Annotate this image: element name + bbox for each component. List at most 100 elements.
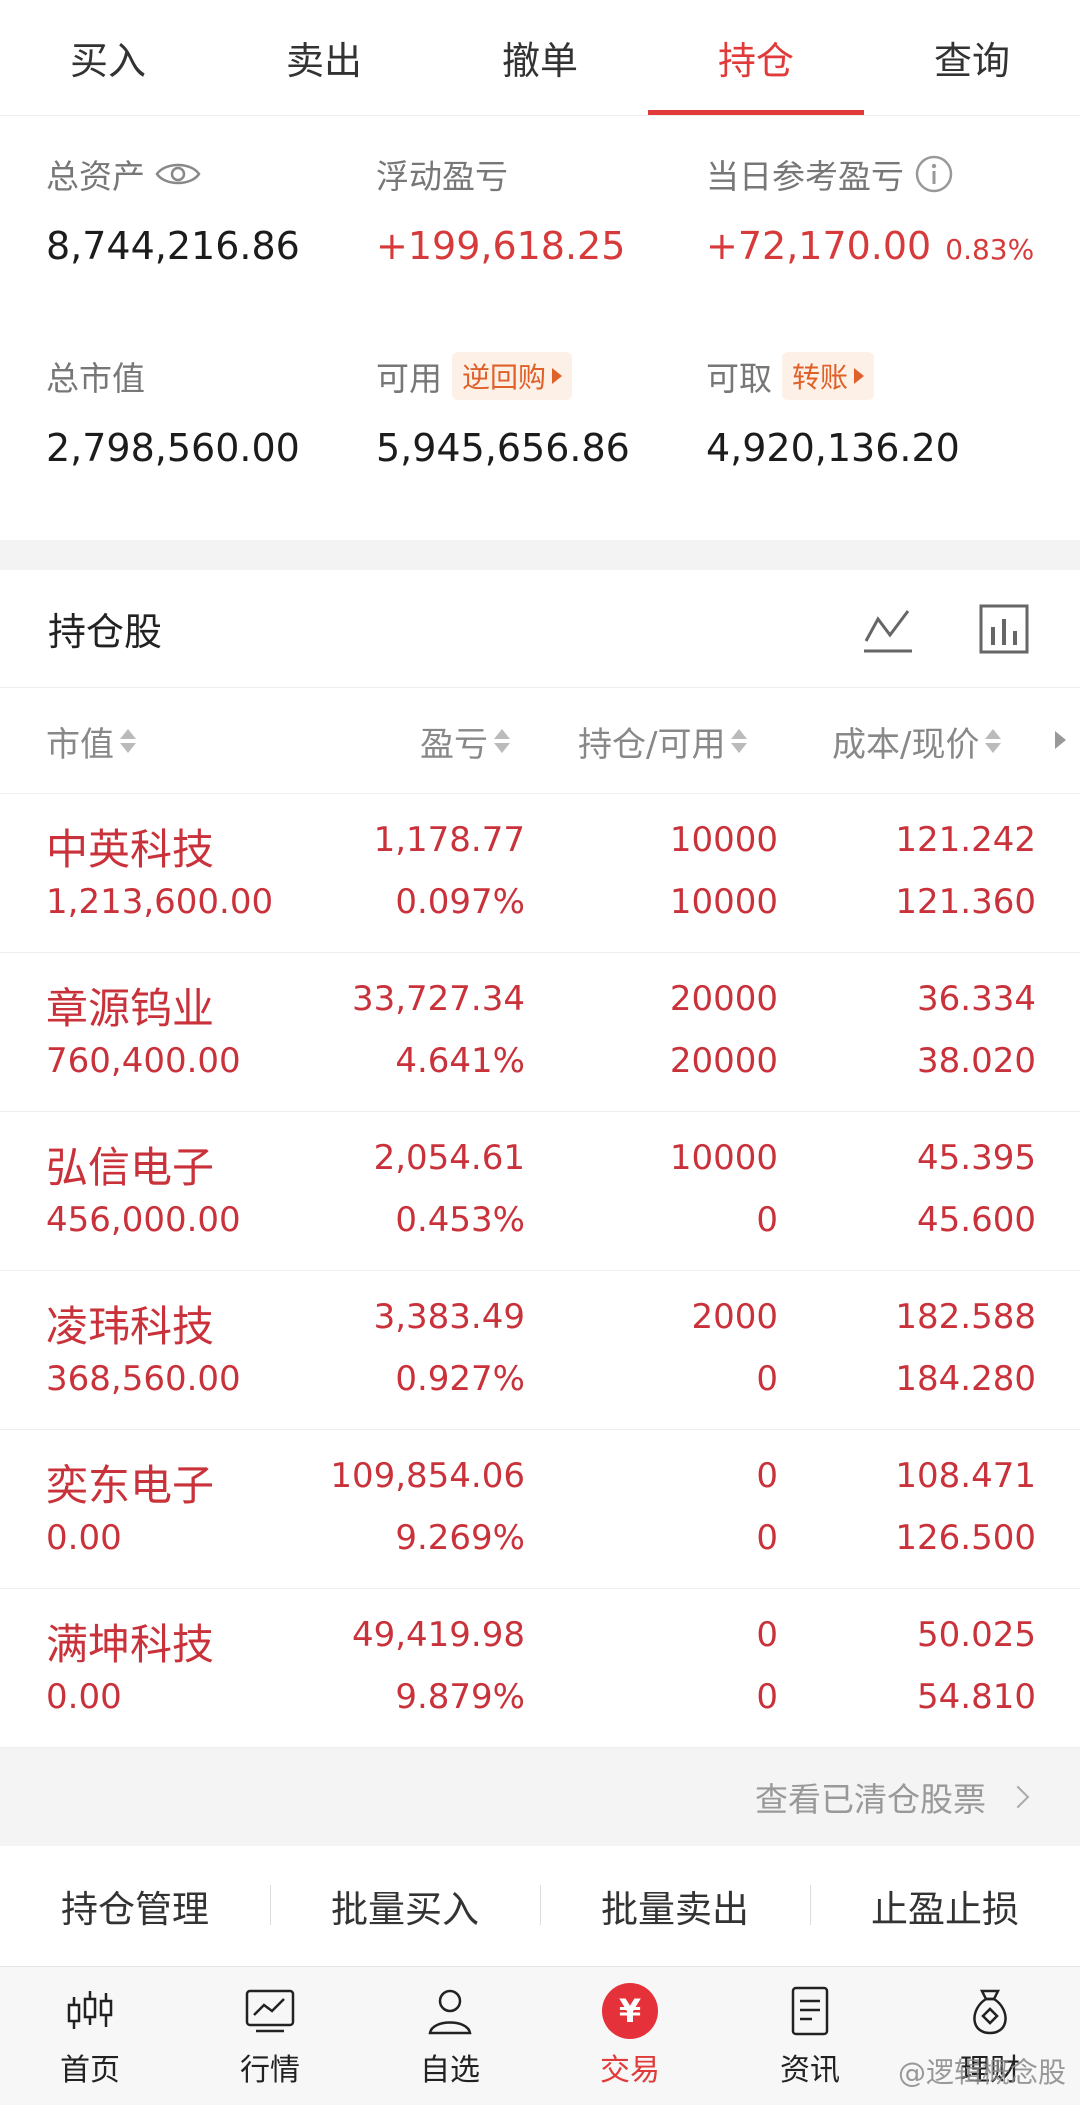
info-icon[interactable] <box>914 154 954 194</box>
column-market-value: 市值 <box>46 724 114 765</box>
market-value: 760,400.00 <box>46 1041 241 1081</box>
profit-loss: 2,054.61 <box>373 1138 525 1178</box>
position-quantity: 0 <box>756 1456 778 1496</box>
profit-loss-percent: 0.453% <box>395 1200 525 1240</box>
take-profit-stop-loss-button[interactable]: 止盈止损 <box>810 1879 1080 1933</box>
available-quantity: 20000 <box>669 1041 778 1081</box>
table-row[interactable]: 章源钨业 760,400.00 33,727.34 4.641% 20000 2… <box>0 953 1080 1112</box>
profit-loss-percent: 9.879% <box>395 1677 525 1717</box>
current-price: 45.600 <box>917 1200 1036 1240</box>
market-value: 0.00 <box>46 1677 122 1717</box>
nav-market-label: 行情 <box>240 2053 300 2088</box>
nav-trade[interactable]: ¥ 交易 <box>540 1967 720 2105</box>
current-price: 121.360 <box>895 882 1036 922</box>
chart-icon <box>245 1989 295 2033</box>
yuan-icon: ¥ <box>602 1983 658 2039</box>
cost-price: 108.471 <box>895 1456 1036 1496</box>
cost-price: 182.588 <box>895 1297 1036 1337</box>
nav-trade-label: 交易 <box>600 2053 660 2088</box>
position-quantity: 20000 <box>669 979 778 1019</box>
table-row[interactable]: 满坤科技 0.00 49,419.98 9.879% 0 0 50.025 54… <box>0 1589 1080 1748</box>
profit-loss-percent: 0.927% <box>395 1359 525 1399</box>
tab-holdings[interactable]: 持仓 <box>648 0 864 115</box>
holdings-title: 持仓股 <box>48 610 163 654</box>
tab-sell[interactable]: 卖出 <box>216 0 432 115</box>
nav-home-label: 首页 <box>60 2053 120 2088</box>
holdings-header: 持仓股 <box>0 570 1080 688</box>
holdings-action-bar: 持仓管理 批量买入 批量卖出 止盈止损 <box>0 1846 1080 1966</box>
section-divider <box>0 540 1080 570</box>
total-assets: 总资产 8,744,216.86 <box>46 152 300 268</box>
floating-pl-value: +199,618.25 <box>376 224 626 268</box>
nav-watchlist[interactable]: 自选 <box>360 1967 540 2105</box>
profit-loss: 109,854.06 <box>330 1456 525 1496</box>
available-label: 可用 <box>376 359 442 398</box>
triangle-right-icon <box>854 368 865 384</box>
eye-icon[interactable] <box>155 159 201 189</box>
day-pl-percent: 0.83% <box>945 233 1035 266</box>
tab-cancel-order[interactable]: 撤单 <box>432 0 648 115</box>
available-quantity: 0 <box>756 1677 778 1717</box>
stock-name: 奕东电子 <box>46 1461 215 1510</box>
nav-news[interactable]: 资讯 <box>720 1967 900 2105</box>
document-icon <box>791 1986 829 2036</box>
cost-price: 36.334 <box>917 979 1036 1019</box>
view-cleared-stocks-link[interactable]: 查看已清仓股票 <box>0 1748 1080 1846</box>
profit-loss: 33,727.34 <box>351 979 525 1019</box>
tab-query[interactable]: 查询 <box>864 0 1080 115</box>
current-price: 54.810 <box>917 1677 1036 1717</box>
market-value: 1,213,600.00 <box>46 882 274 922</box>
position-management-button[interactable]: 持仓管理 <box>0 1879 270 1933</box>
position-quantity: 2000 <box>691 1297 778 1337</box>
current-price: 38.020 <box>917 1041 1036 1081</box>
sort-profit-loss[interactable]: 盈亏 <box>420 688 510 794</box>
current-price: 184.280 <box>895 1359 1036 1399</box>
available-quantity: 0 <box>756 1518 778 1558</box>
nav-home[interactable]: 首页 <box>0 1967 180 2105</box>
position-quantity: 0 <box>756 1615 778 1655</box>
cleared-link-label: 查看已清仓股票 <box>755 1780 986 1819</box>
person-icon <box>428 1989 472 2035</box>
market-value-label: 总市值 <box>46 359 145 398</box>
nav-market[interactable]: 行情 <box>180 1967 360 2105</box>
column-profit-loss: 盈亏 <box>420 724 488 765</box>
stock-name: 弘信电子 <box>46 1143 215 1192</box>
reverse-repo-label: 逆回购 <box>462 361 547 394</box>
available-value: 5,945,656.86 <box>376 426 630 470</box>
bar-chart-icon[interactable] <box>976 601 1032 657</box>
sort-position[interactable]: 持仓/可用 <box>578 688 748 794</box>
position-quantity: 10000 <box>669 820 778 860</box>
sort-cost-price[interactable]: 成本/现价 <box>832 688 1002 794</box>
withdrawable-value: 4,920,136.20 <box>706 426 960 470</box>
table-row[interactable]: 弘信电子 456,000.00 2,054.61 0.453% 10000 0 … <box>0 1112 1080 1271</box>
profit-loss-percent: 9.269% <box>395 1518 525 1558</box>
batch-sell-button[interactable]: 批量卖出 <box>540 1879 810 1933</box>
sort-market-value[interactable]: 市值 <box>46 688 136 794</box>
chevron-right-icon <box>1006 1785 1030 1809</box>
line-chart-icon[interactable] <box>860 601 916 657</box>
day-pl-value: +72,170.00 <box>706 224 932 268</box>
transfer-button[interactable]: 转账 <box>782 352 875 400</box>
profit-loss-percent: 0.097% <box>395 882 525 922</box>
scroll-right-icon[interactable] <box>1055 731 1066 749</box>
table-row[interactable]: 奕东电子 0.00 109,854.06 9.269% 0 0 108.471 … <box>0 1430 1080 1589</box>
sort-icon <box>985 727 1002 755</box>
position-quantity: 10000 <box>669 1138 778 1178</box>
column-position: 持仓/可用 <box>578 724 726 765</box>
batch-buy-button[interactable]: 批量买入 <box>270 1879 540 1933</box>
available-quantity: 0 <box>756 1200 778 1240</box>
table-row[interactable]: 中英科技 1,213,600.00 1,178.77 0.097% 10000 … <box>0 794 1080 953</box>
profit-loss: 3,383.49 <box>373 1297 525 1337</box>
nav-news-label: 资讯 <box>780 2053 840 2088</box>
available-funds: 可用 逆回购 5,945,656.86 <box>376 352 630 470</box>
profit-loss: 1,178.77 <box>373 820 525 860</box>
reverse-repo-button[interactable]: 逆回购 <box>452 352 573 400</box>
sort-icon <box>731 727 748 755</box>
stock-name: 满坤科技 <box>46 1620 215 1669</box>
day-pl-label: 当日参考盈亏 <box>706 157 904 196</box>
tab-buy[interactable]: 买入 <box>0 0 216 115</box>
withdrawable-label: 可取 <box>706 359 772 398</box>
table-row[interactable]: 凌玮科技 368,560.00 3,383.49 0.927% 2000 0 1… <box>0 1271 1080 1430</box>
floating-pl-label: 浮动盈亏 <box>376 157 508 196</box>
cost-price: 50.025 <box>917 1615 1036 1655</box>
